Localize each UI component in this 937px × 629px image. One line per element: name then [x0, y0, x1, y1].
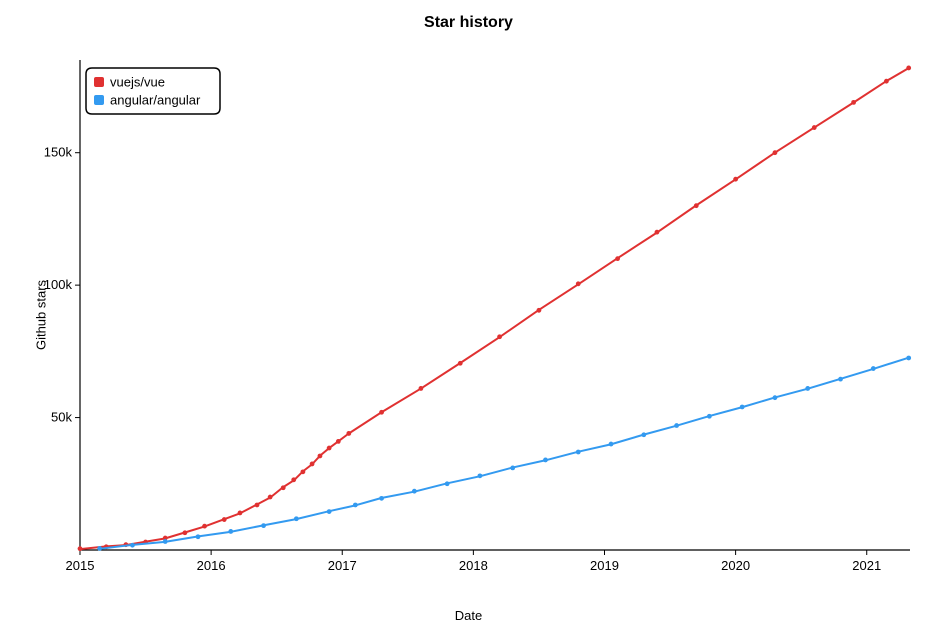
data-point — [884, 79, 889, 84]
x-tick: 2017 — [328, 550, 357, 573]
data-point — [740, 405, 745, 410]
chart-svg: 50k100k150k2015201620172018201920202021v… — [80, 50, 920, 580]
x-axis-label: Date — [0, 608, 937, 623]
legend-label: angular/angular — [110, 92, 201, 107]
series-line — [80, 68, 909, 549]
data-point — [294, 516, 299, 521]
data-point — [694, 203, 699, 208]
data-point — [327, 509, 332, 514]
legend-swatch — [94, 95, 104, 105]
x-tick: 2019 — [590, 550, 619, 573]
data-point — [182, 530, 187, 535]
data-point — [255, 503, 260, 508]
x-tick: 2020 — [721, 550, 750, 573]
data-point — [310, 462, 315, 467]
y-tick: 50k — [51, 410, 80, 425]
chart-plot-area: 50k100k150k2015201620172018201920202021v… — [80, 50, 920, 580]
x-tick: 2018 — [459, 550, 488, 573]
data-point — [163, 539, 168, 544]
legend: vuejs/vue angular/angular — [86, 68, 220, 114]
data-point — [576, 450, 581, 455]
data-point — [478, 473, 483, 478]
data-point — [419, 386, 424, 391]
svg-text:2019: 2019 — [590, 558, 619, 573]
y-tick: 150k — [44, 145, 80, 160]
data-point — [318, 454, 323, 459]
data-point — [576, 281, 581, 286]
x-tick: 2016 — [197, 550, 226, 573]
svg-text:2015: 2015 — [66, 558, 95, 573]
data-point — [346, 431, 351, 436]
data-point — [871, 366, 876, 371]
data-point — [773, 150, 778, 155]
data-point — [773, 395, 778, 400]
data-point — [222, 517, 227, 522]
data-point — [202, 524, 207, 529]
data-point — [851, 100, 856, 105]
y-tick: 100k — [44, 277, 80, 292]
x-tick: 2021 — [852, 550, 881, 573]
data-point — [497, 334, 502, 339]
data-point — [805, 386, 810, 391]
data-point — [458, 361, 463, 366]
svg-text:2021: 2021 — [852, 558, 881, 573]
data-point — [838, 377, 843, 382]
data-point — [733, 177, 738, 182]
svg-text:2017: 2017 — [328, 558, 357, 573]
data-point — [268, 495, 273, 500]
data-point — [327, 446, 332, 451]
legend-label: vuejs/vue — [110, 74, 165, 89]
svg-text:50k: 50k — [51, 410, 72, 425]
data-point — [291, 477, 296, 482]
x-tick: 2015 — [66, 550, 95, 573]
data-point — [615, 256, 620, 261]
svg-text:2018: 2018 — [459, 558, 488, 573]
data-point — [336, 439, 341, 444]
data-point — [510, 465, 515, 470]
data-point — [238, 511, 243, 516]
data-point — [97, 546, 102, 551]
data-point — [812, 125, 817, 130]
data-point — [412, 489, 417, 494]
svg-text:2016: 2016 — [197, 558, 226, 573]
data-point — [674, 423, 679, 428]
legend-swatch — [94, 77, 104, 87]
data-point — [543, 458, 548, 463]
chart-title: Star history — [0, 14, 937, 32]
svg-text:2020: 2020 — [721, 558, 750, 573]
data-point — [379, 410, 384, 415]
data-point — [379, 496, 384, 501]
data-point — [281, 485, 286, 490]
data-point — [609, 442, 614, 447]
data-point — [655, 230, 660, 235]
data-point — [537, 308, 542, 313]
data-point — [301, 469, 306, 474]
svg-text:100k: 100k — [44, 277, 73, 292]
data-point — [353, 503, 358, 508]
data-point — [906, 66, 911, 71]
data-point — [261, 523, 266, 528]
svg-text:150k: 150k — [44, 145, 73, 160]
data-point — [78, 546, 83, 551]
data-point — [130, 543, 135, 548]
data-point — [196, 534, 201, 539]
data-point — [228, 529, 233, 534]
data-point — [906, 356, 911, 361]
data-point — [445, 481, 450, 486]
data-point — [641, 432, 646, 437]
data-point — [707, 414, 712, 419]
